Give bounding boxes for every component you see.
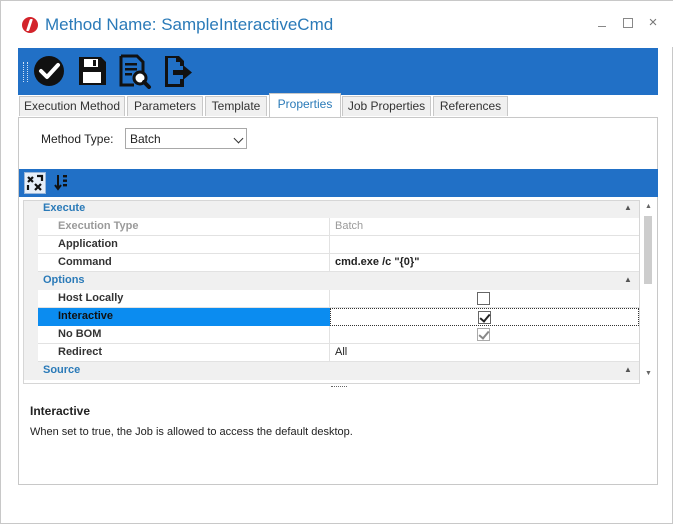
category-label: Execute	[43, 202, 86, 214]
category-options[interactable]: Options ▲	[23, 272, 639, 290]
method-type-label: Method Type:	[41, 132, 114, 146]
property-name: Execution Type	[38, 218, 330, 236]
preview-document-icon	[119, 54, 151, 89]
chevron-down-icon	[233, 133, 244, 144]
sort-alphabetical-icon	[54, 175, 67, 191]
tab-job-properties[interactable]: Job Properties	[342, 96, 431, 116]
row-margin	[23, 344, 38, 362]
property-value[interactable]: cmd.exe /c "{0}"	[330, 254, 639, 272]
property-name-text: Redirect	[58, 346, 103, 358]
description-text: When set to true, the Job is allowed to …	[30, 426, 353, 438]
tab-properties[interactable]: Properties	[269, 93, 341, 117]
title-bar: Method Name: SampleInteractiveCmd ×	[1, 1, 673, 47]
property-name-text: Interactive	[58, 310, 114, 322]
maximize-button[interactable]	[620, 15, 636, 31]
property-name: Application	[38, 236, 330, 254]
app-logo-icon	[22, 17, 38, 33]
property-name: Redirect	[38, 344, 330, 362]
tab-parameters[interactable]: Parameters	[127, 96, 203, 116]
vertical-scrollbar[interactable]: ▲ ▼	[641, 200, 656, 383]
interactive-checkbox[interactable]	[478, 311, 491, 324]
category-source[interactable]: Source ▲	[23, 362, 639, 380]
export-button[interactable]	[159, 53, 195, 89]
splitter-handle[interactable]	[331, 386, 347, 388]
property-value[interactable]	[330, 236, 639, 254]
toolbar-grip[interactable]	[23, 62, 28, 82]
property-value	[330, 308, 639, 326]
property-name-text: Execution Type	[58, 220, 139, 232]
collapse-icon[interactable]: ▲	[624, 203, 632, 212]
row-margin	[23, 290, 38, 308]
categorized-icon	[26, 174, 44, 191]
property-row-execution-type[interactable]: Execution Type Batch	[23, 218, 639, 236]
property-name: Interactive	[38, 308, 330, 326]
method-type-value: Batch	[130, 132, 161, 146]
row-margin	[23, 218, 38, 236]
categorized-button[interactable]	[24, 172, 46, 194]
description-title: Interactive	[30, 404, 91, 418]
export-arrow-icon	[165, 56, 192, 87]
scrollbar-thumb[interactable]	[644, 216, 652, 284]
sort-alphabetical-button[interactable]	[52, 172, 74, 194]
property-name-text: No BOM	[58, 328, 102, 340]
property-name: No BOM	[38, 326, 330, 344]
property-row-redirect[interactable]: Redirect All	[23, 344, 639, 362]
row-margin	[23, 254, 38, 272]
category-label: Source	[43, 364, 81, 376]
category-label: Options	[43, 274, 85, 286]
property-grid: Execute ▲ Execution Type Batch Applicati…	[23, 200, 639, 383]
window-title: Method Name: SampleInteractiveCmd	[45, 15, 334, 34]
property-row-command[interactable]: Command cmd.exe /c "{0}"	[23, 254, 639, 272]
minimize-icon	[598, 26, 606, 27]
property-value[interactable]: All	[330, 344, 639, 362]
property-name-text: Command	[58, 256, 112, 268]
row-margin	[23, 308, 38, 326]
maximize-icon	[623, 18, 633, 28]
property-name-text: Application	[58, 238, 118, 250]
row-margin	[23, 326, 38, 344]
property-name: Host Locally	[38, 290, 330, 308]
preview-button[interactable]	[116, 53, 152, 89]
collapse-icon[interactable]: ▲	[624, 365, 632, 374]
property-value[interactable]: Batch	[330, 218, 639, 236]
checkmark-icon	[478, 328, 490, 340]
apply-button[interactable]	[31, 53, 67, 89]
property-value-text: Batch	[335, 220, 364, 232]
property-row-interactive[interactable]: Interactive	[23, 308, 639, 326]
property-value-text: All	[335, 346, 348, 358]
property-row-application[interactable]: Application	[23, 236, 639, 254]
checkmark-icon	[479, 311, 491, 323]
method-type-select[interactable]: Batch	[125, 128, 247, 149]
checkmark-circle-icon	[34, 56, 64, 86]
tab-template[interactable]: Template	[205, 96, 267, 116]
property-grid-toolbar	[19, 169, 658, 197]
property-row-host-locally[interactable]: Host Locally	[23, 290, 639, 308]
tab-execution-method[interactable]: Execution Method	[19, 96, 125, 116]
property-name: Command	[38, 254, 330, 272]
category-execute[interactable]: Execute ▲	[23, 200, 639, 218]
scroll-up-icon[interactable]: ▲	[645, 203, 652, 210]
property-row-no-bom[interactable]: No BOM	[23, 326, 639, 344]
scroll-down-icon[interactable]: ▼	[645, 370, 652, 377]
collapse-icon[interactable]: ▲	[624, 275, 632, 284]
property-value-text: cmd.exe /c "{0}"	[335, 256, 420, 268]
tab-references[interactable]: References	[433, 96, 508, 116]
method-window: Method Name: SampleInteractiveCmd × Exec…	[0, 0, 673, 524]
host-locally-checkbox[interactable]	[477, 292, 490, 305]
minimize-button[interactable]	[594, 15, 610, 31]
close-button[interactable]: ×	[645, 15, 661, 31]
property-value	[330, 326, 639, 344]
main-toolbar	[18, 48, 658, 95]
save-disk-icon	[79, 57, 106, 85]
property-name-text: Host Locally	[58, 292, 124, 304]
no-bom-checkbox[interactable]	[477, 328, 490, 341]
property-value	[330, 290, 639, 308]
save-button[interactable]	[74, 53, 110, 89]
row-margin	[23, 236, 38, 254]
